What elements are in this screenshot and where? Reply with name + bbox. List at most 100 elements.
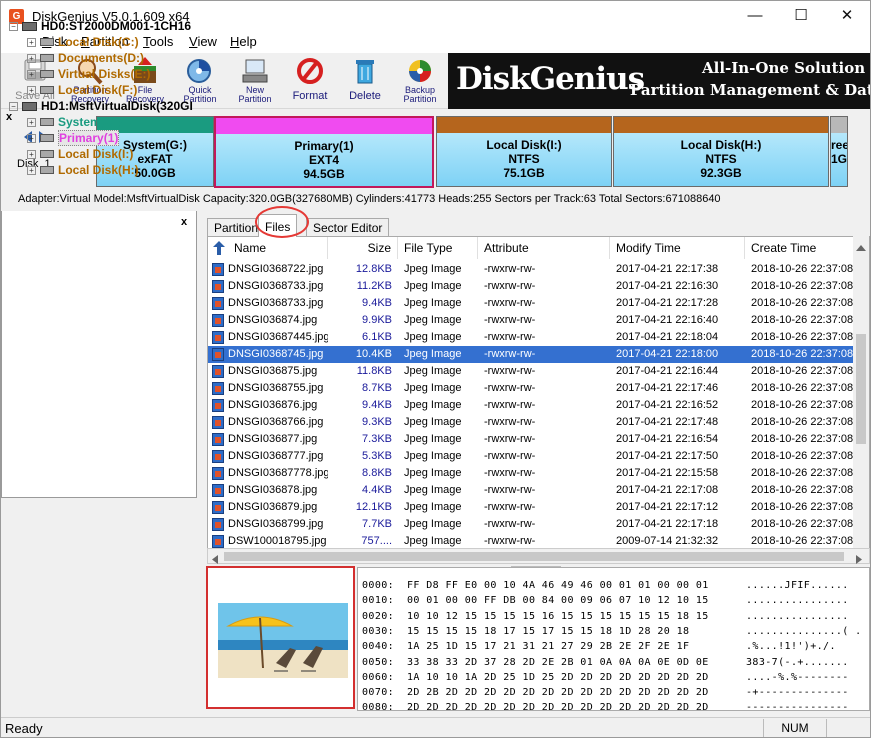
cell-name: DNSGI0368745.jpg xyxy=(228,348,324,360)
collapse-icon[interactable]: − xyxy=(9,102,18,111)
tree-partition-virtual-disks-e[interactable]: + Virtual Disks(E:) xyxy=(27,67,150,81)
hex-row: 0010: 00 01 00 00 FF DB 00 84 00 09 06 0… xyxy=(362,595,709,607)
tree-partition-local-disk-f[interactable]: + Local Disk(F:) xyxy=(27,83,137,97)
backup-partition-button[interactable]: Backup Partition xyxy=(393,56,447,108)
table-row[interactable]: DNSGI0368745.jpg 10.4KB Jpeg Image -rwxrw-r… xyxy=(208,346,856,363)
num-lock-indicator: NUM xyxy=(763,719,827,737)
scroll-up-icon[interactable] xyxy=(856,240,866,254)
expand-icon[interactable]: + xyxy=(27,118,36,127)
table-row[interactable]: DNSGI036876.jpg 9.4KB Jpeg Image -rwxrw-rw-… xyxy=(208,397,856,414)
scroll-left-icon[interactable] xyxy=(212,553,218,567)
table-row[interactable]: DNSGI03687778.jpg 8.8KB Jpeg Image -rwxrw-r… xyxy=(208,465,856,482)
cell-modify-time: 2017-04-21 22:17:46 xyxy=(616,382,719,394)
table-row[interactable]: DNSGI0368777.jpg 5.3KB Jpeg Image -rwxrw-rw… xyxy=(208,448,856,465)
tree-disk-hd1-msftvirtualdisk-320gi[interactable]: − HD1:MsftVirtualDisk(320GI xyxy=(9,99,193,113)
expand-icon[interactable]: + xyxy=(27,54,36,63)
hex-row: 0070: 2D 2B 2D 2D 2D 2D 2D 2D 2D 2D 2D 2… xyxy=(362,687,709,699)
menu-view[interactable]: View xyxy=(189,34,217,49)
jpeg-file-icon xyxy=(212,399,224,412)
tree-disk-hd0-st2000dm001-1ch16[interactable]: − HD0:ST2000DM001-1CH16 xyxy=(9,19,191,33)
expand-icon[interactable]: + xyxy=(27,134,36,143)
table-row[interactable]: DNSGI0368766.jpg 9.3KB Jpeg Image -rwxrw-rw… xyxy=(208,414,856,431)
expand-icon[interactable]: + xyxy=(27,166,36,175)
tree-partition-local-disk-h[interactable]: + Local Disk(H:) xyxy=(27,163,139,177)
table-row[interactable]: DNSGI0368755.jpg 8.7KB Jpeg Image -rwxrw-rw… xyxy=(208,380,856,397)
cell-size: 8.8KB xyxy=(362,467,392,479)
column-header-file-type[interactable]: File Type xyxy=(398,237,478,259)
tree-partition-primary-1[interactable]: + Primary(1) xyxy=(27,130,120,146)
cell-attribute: -rwxrw-rw- xyxy=(484,467,536,479)
cell-name: DNSGI036877.jpg xyxy=(228,433,318,445)
expand-icon[interactable]: + xyxy=(27,86,36,95)
cell-file-type: Jpeg Image xyxy=(404,467,462,479)
table-row[interactable]: DNSGI036877.jpg 7.3KB Jpeg Image -rwxrw-rw-… xyxy=(208,431,856,448)
new-partition-icon xyxy=(239,56,271,86)
partition-block-local-disk-i[interactable]: Local Disk(I:) NTFS 75.1GB xyxy=(436,116,612,187)
cell-name: DNSGI0368722.jpg xyxy=(228,263,324,275)
expand-icon[interactable]: + xyxy=(27,38,36,47)
column-header-create-time[interactable]: Create Time xyxy=(745,237,869,259)
cell-file-type: Jpeg Image xyxy=(404,518,462,530)
new-partition-button[interactable]: New Partition xyxy=(228,56,282,108)
table-row[interactable]: DNSGI0368733.jpg 11.2KB Jpeg Image -rwxrw-r… xyxy=(208,278,856,295)
collapse-icon[interactable]: − xyxy=(9,22,18,31)
table-row[interactable]: DNSGI036879.jpg 12.1KB Jpeg Image -rwxrw-rw… xyxy=(208,499,856,516)
format-button[interactable]: Format xyxy=(283,56,337,108)
partition-icon xyxy=(40,54,54,62)
tree-partition-documents-d[interactable]: + Documents(D:) xyxy=(27,51,144,65)
hex-view[interactable]: 0000: FF D8 FF E0 00 10 4A 46 49 46 00 0… xyxy=(357,567,870,711)
menu-tools[interactable]: Tools xyxy=(143,34,173,49)
up-folder-icon[interactable] xyxy=(213,241,225,255)
column-header-size[interactable]: Size xyxy=(328,237,398,259)
horizontal-scroll-thumb[interactable] xyxy=(224,552,844,561)
cell-file-type: Jpeg Image xyxy=(404,280,462,292)
cell-size: 12.1KB xyxy=(355,501,392,513)
expand-icon[interactable]: + xyxy=(27,150,36,159)
tab-sector-editor[interactable]: Sector Editor xyxy=(306,218,390,236)
column-header-name[interactable]: Name xyxy=(208,237,328,259)
cell-file-type: Jpeg Image xyxy=(404,501,462,513)
partition-color-cap xyxy=(831,117,847,133)
hex-ascii: ......JFIF...... xyxy=(746,580,849,591)
table-row[interactable]: DNSGI036878.jpg 4.4KB Jpeg Image -rwxrw-rw-… xyxy=(208,482,856,499)
maximize-button[interactable]: ☐ xyxy=(778,1,824,32)
cell-file-type: Jpeg Image xyxy=(404,399,462,411)
column-header-modify-time[interactable]: Modify Time xyxy=(610,237,745,259)
table-row[interactable]: DNSGI03687445.jpg 6.1KB Jpeg Image -rwxrw-r… xyxy=(208,329,856,346)
tree-close-icon[interactable]: x xyxy=(181,216,187,228)
partition-block-free[interactable]: ree 1G xyxy=(830,116,848,187)
cell-file-type: Jpeg Image xyxy=(404,331,462,343)
horizontal-scrollbar[interactable] xyxy=(207,548,870,564)
tree-partition-system-g[interactable]: + System(G:) xyxy=(27,115,122,129)
expand-icon[interactable]: + xyxy=(27,70,36,79)
vertical-scrollbar[interactable] xyxy=(853,236,869,548)
table-row[interactable]: DNSGI0368799.jpg 7.7KB Jpeg Image -rwxrw-rw… xyxy=(208,516,856,533)
partition-color-cap xyxy=(614,117,828,133)
jpeg-file-icon xyxy=(212,501,224,514)
partition-icon xyxy=(40,166,54,174)
table-row[interactable]: DNSGI036874.jpg 9.9KB Jpeg Image -rwxrw-rw-… xyxy=(208,312,856,329)
partition-icon xyxy=(40,38,54,46)
cell-modify-time: 2017-04-21 22:18:00 xyxy=(616,348,719,360)
menu-help[interactable]: Help xyxy=(230,34,257,49)
delete-button[interactable]: Delete xyxy=(338,56,392,108)
banner-tagline-1: All-In-One Solution For xyxy=(702,59,870,77)
vertical-scroll-thumb[interactable] xyxy=(856,334,866,444)
table-row[interactable]: DNSGI0368722.jpg 12.8KB Jpeg Image -rwxrw-r… xyxy=(208,261,856,278)
jpeg-file-icon xyxy=(212,450,224,463)
file-list[interactable]: Name Size File Type Attribute Modify Time Cre… xyxy=(207,236,870,563)
tree-partition-local-disk-c[interactable]: + Local Disk(C:) xyxy=(27,35,139,49)
tree-partition-local-disk-i[interactable]: + Local Disk(I:) xyxy=(27,147,133,161)
cell-name: DNSGI0368733.jpg xyxy=(228,297,324,309)
minimize-button[interactable]: — xyxy=(732,1,778,32)
table-row[interactable]: DNSGI0368733.jpg 9.4KB Jpeg Image -rwxrw-rw… xyxy=(208,295,856,312)
scroll-right-icon[interactable] xyxy=(856,553,862,567)
jpeg-file-icon xyxy=(212,382,224,395)
table-row[interactable]: DNSGI036875.jpg 11.8KB Jpeg Image -rwxrw-rw… xyxy=(208,363,856,380)
partition-icon xyxy=(40,150,54,158)
close-button[interactable]: ✕ xyxy=(824,1,870,32)
hex-ascii: ................ xyxy=(746,610,849,622)
column-header-attribute[interactable]: Attribute xyxy=(478,237,610,259)
partition-block-primary-1[interactable]: Primary(1) EXT4 94.5GB xyxy=(214,116,434,188)
partition-block-local-disk-h[interactable]: Local Disk(H:) NTFS 92.3GB xyxy=(613,116,829,187)
